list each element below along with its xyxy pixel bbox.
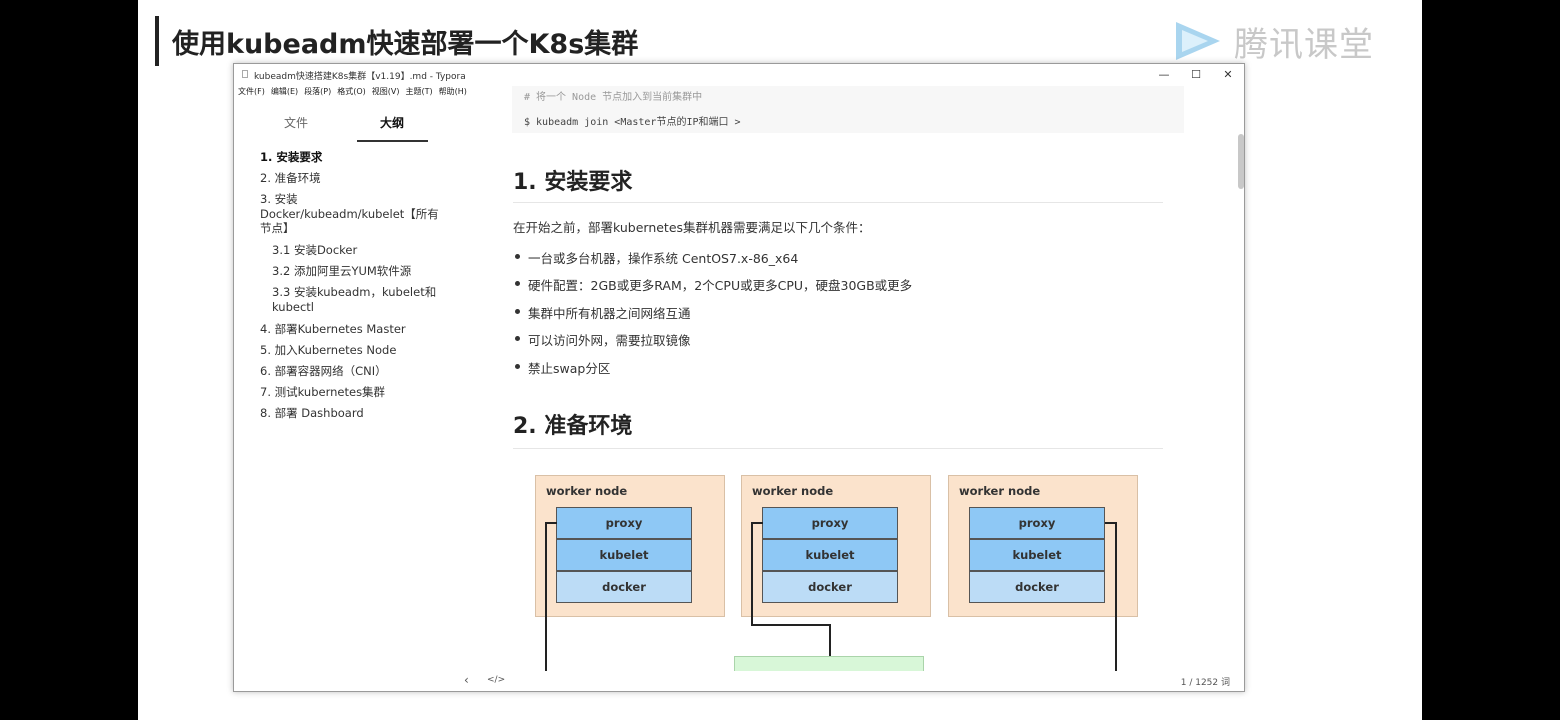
proxy-layer: proxy <box>762 507 898 539</box>
code-comment: # 将一个 Node 节点加入到当前集群中 <box>524 92 703 103</box>
outline-item[interactable]: 3.1 安装Docker <box>272 243 442 258</box>
tab-files[interactable]: 文件 <box>284 114 308 131</box>
maximize-button[interactable]: ☐ <box>1186 66 1206 84</box>
worker-node-box: worker node proxy kubelet docker <box>535 475 725 617</box>
window-titlebar: kubeadm快速搭建K8s集群【v1.19】.md - Typora — ☐ … <box>234 64 1244 86</box>
menu-format[interactable]: 格式(O) <box>337 86 366 102</box>
title-accent-bar <box>155 16 159 66</box>
connector-line <box>545 522 557 524</box>
worker-node-box: worker node proxy kubelet docker <box>741 475 931 617</box>
menu-theme[interactable]: 主题(T) <box>405 86 432 102</box>
tab-outline[interactable]: 大纲 <box>380 114 404 131</box>
docker-layer: docker <box>556 571 692 603</box>
connector-line <box>545 522 547 671</box>
window-title: kubeadm快速搭建K8s集群【v1.19】.md - Typora <box>254 72 466 82</box>
sidebar: 文件 大纲 1. 安装要求 2. 准备环境 3. 安装 Docker/kubea… <box>234 104 489 689</box>
bullet-dot <box>515 336 520 341</box>
code-block[interactable]: # 将一个 Node 节点加入到当前集群中 $ kubeadm join <Ma… <box>512 86 1184 133</box>
proxy-layer: proxy <box>556 507 692 539</box>
outline-item[interactable]: 3.2 添加阿里云YUM软件源 <box>272 264 442 279</box>
scrollbar-thumb[interactable] <box>1238 134 1244 189</box>
proxy-layer: proxy <box>969 507 1105 539</box>
outline-item[interactable]: 1. 安装要求 <box>260 150 440 165</box>
typora-window: kubeadm快速搭建K8s集群【v1.19】.md - Typora — ☐ … <box>233 63 1245 692</box>
connector-line <box>1105 522 1117 524</box>
brand-name: 腾讯课堂 <box>1234 24 1374 65</box>
app-icon <box>242 70 248 78</box>
menu-edit[interactable]: 编辑(E) <box>271 86 298 102</box>
docker-layer: docker <box>762 571 898 603</box>
worker-node-label: worker node <box>752 484 834 498</box>
bullet-dot <box>515 364 520 369</box>
outline-item[interactable]: 7. 测试kubernetes集群 <box>260 385 440 400</box>
menu-view[interactable]: 视图(V) <box>372 86 400 102</box>
brand-watermark: 腾讯课堂 <box>1168 16 1374 66</box>
heading-divider <box>513 448 1163 449</box>
kubelet-layer: kubelet <box>762 539 898 571</box>
heading-prepare-environment: 2. 准备环境 <box>513 414 633 439</box>
menu-help[interactable]: 帮助(H) <box>439 86 467 102</box>
intro-paragraph: 在开始之前，部署kubernetes集群机器需要满足以下几个条件： <box>513 220 871 235</box>
outline-item[interactable]: 4. 部署Kubernetes Master <box>260 322 440 337</box>
bullet-dot <box>515 309 520 314</box>
kubelet-layer: kubelet <box>969 539 1105 571</box>
worker-node-box: worker node proxy kubelet docker <box>948 475 1138 617</box>
heading-divider <box>513 202 1163 203</box>
connector-line <box>751 624 831 626</box>
connector-line <box>751 522 763 524</box>
worker-node-label: worker node <box>959 484 1041 498</box>
minimize-button[interactable]: — <box>1154 66 1174 84</box>
bullet-dot <box>515 254 520 259</box>
active-tab-indicator <box>357 140 428 142</box>
connector-line <box>1115 522 1117 671</box>
bullet-dot <box>515 281 520 286</box>
connector-line <box>751 522 753 626</box>
outline-item[interactable]: 8. 部署 Dashboard <box>260 406 440 421</box>
lecture-slide: 使用kubeadm快速部署一个K8s集群 腾讯课堂 kubeadm快速搭建K8s… <box>138 0 1422 720</box>
slide-title: 使用kubeadm快速部署一个K8s集群 <box>172 29 639 60</box>
cluster-diagram: worker node proxy kubelet docker worker … <box>535 471 1155 671</box>
editor-content[interactable]: # 将一个 Node 节点加入到当前集群中 $ kubeadm join <Ma… <box>492 86 1244 671</box>
outline-item[interactable]: 5. 加入Kubernetes Node <box>260 343 440 358</box>
status-bar: ‹ </> 1 / 1252 词 <box>234 670 1244 691</box>
close-button[interactable]: ✕ <box>1218 66 1238 84</box>
master-node-box <box>734 656 924 671</box>
toggle-sidebar-button[interactable]: ‹ <box>464 673 469 687</box>
outline-item[interactable]: 3.3 安装kubeadm，kubelet和kubectl <box>272 285 442 314</box>
heading-install-requirements: 1. 安装要求 <box>513 170 633 195</box>
source-mode-button[interactable]: </> <box>487 675 505 685</box>
worker-node-label: worker node <box>546 484 628 498</box>
sidebar-tabs: 文件 大纲 <box>234 110 489 142</box>
word-count[interactable]: 1 / 1252 词 <box>1181 675 1230 688</box>
outline-item[interactable]: 6. 部署容器网络（CNI） <box>260 364 440 379</box>
kubelet-layer: kubelet <box>556 539 692 571</box>
menu-bar: 文件(F) 编辑(E) 段落(P) 格式(O) 视图(V) 主题(T) 帮助(H… <box>238 86 473 102</box>
menu-paragraph[interactable]: 段落(P) <box>304 86 331 102</box>
code-command: $ kubeadm join <Master节点的IP和端口 > <box>524 117 741 128</box>
outline-item[interactable]: 3. 安装 Docker/kubeadm/kubelet【所有节点】 <box>260 192 440 236</box>
docker-layer: docker <box>969 571 1105 603</box>
outline-item[interactable]: 2. 准备环境 <box>260 171 440 186</box>
play-logo-icon <box>1176 22 1220 60</box>
menu-file[interactable]: 文件(F) <box>238 86 265 102</box>
